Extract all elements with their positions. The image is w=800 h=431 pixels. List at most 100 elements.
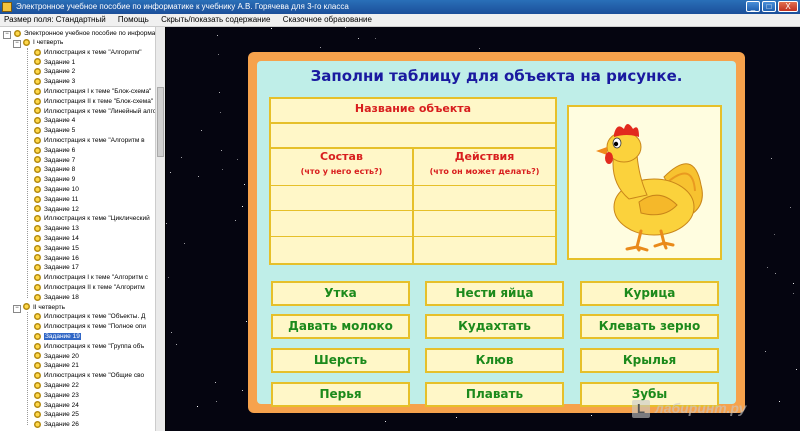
answer-card[interactable]: Утка <box>271 281 410 306</box>
tree-item[interactable]: Задание 14 <box>34 234 79 244</box>
tree-item[interactable]: Задание 20 <box>34 352 79 362</box>
menu-field-size[interactable]: Размер поля: Стандартный <box>4 15 106 24</box>
page-icon <box>34 107 41 115</box>
tree-item[interactable]: Задание 24 <box>34 401 79 411</box>
close-button[interactable]: X <box>778 1 798 12</box>
window-title: Электронное учебное пособие по информати… <box>16 2 349 11</box>
window-titlebar: Электронное учебное пособие по информати… <box>0 0 800 14</box>
page-icon <box>34 411 41 419</box>
tree-item[interactable]: Задание 22 <box>34 381 79 391</box>
tree-item[interactable]: Задание 15 <box>34 244 79 254</box>
page-icon <box>34 97 41 105</box>
answer-card[interactable]: Клевать зерно <box>580 314 719 339</box>
tree-item[interactable]: Задание 17 <box>34 263 79 273</box>
tree-item[interactable]: Иллюстрация к теме "Алгоритм" <box>34 48 142 58</box>
tree-item[interactable]: Задание 1 <box>34 58 75 68</box>
star <box>184 243 185 244</box>
maximize-button[interactable]: □ <box>762 1 776 12</box>
tree-item[interactable]: Иллюстрация II к теме "Алгоритм <box>34 283 145 293</box>
tree-item[interactable]: Задание 26 <box>34 420 79 430</box>
star <box>217 35 218 36</box>
tree-item[interactable]: Задание 21 <box>34 361 79 371</box>
tree-item[interactable]: Иллюстрация к теме "Объекты. Д <box>34 312 145 322</box>
collapse-toggle[interactable]: − <box>13 304 21 313</box>
tree-item[interactable]: Задание 16 <box>34 254 79 264</box>
page-icon <box>34 58 41 66</box>
star <box>219 92 220 93</box>
star <box>168 277 169 278</box>
folder-icon <box>23 303 30 311</box>
tree-item[interactable]: Иллюстрация к теме "Алгоритм в <box>34 136 145 146</box>
tree-item[interactable]: Иллюстрация к теме "Общие сво <box>34 371 144 381</box>
tree-item[interactable]: Задание 18 <box>34 293 79 303</box>
page-icon <box>34 313 41 321</box>
menu-toggle-contents[interactable]: Скрыть/показать содержание <box>161 15 270 24</box>
header-parts: Состав <box>320 150 363 163</box>
answer-card[interactable]: Давать молоко <box>271 314 410 339</box>
tree-item[interactable]: Задание 6 <box>34 146 75 156</box>
tree-item[interactable]: Задание 5 <box>34 126 75 136</box>
tree-item[interactable]: Задание 11 <box>34 195 78 205</box>
tree-item[interactable]: Иллюстрация к теме "Циклический <box>34 214 150 224</box>
star <box>774 234 775 235</box>
answer-card[interactable]: Клюв <box>425 348 564 373</box>
tree-item[interactable]: Задание 2 <box>34 67 75 77</box>
answer-card[interactable]: Курица <box>580 281 719 306</box>
header-actions-sub: (что он может делать?) <box>429 167 540 176</box>
collapse-toggle[interactable]: − <box>13 40 21 48</box>
tree-item[interactable]: Задание 23 <box>34 391 79 401</box>
tree-item[interactable]: Иллюстрация к теме "Группа объ <box>34 342 144 352</box>
star <box>181 157 182 158</box>
page-icon <box>34 264 41 272</box>
tree-item[interactable]: Иллюстрация I к теме "Блок-схема" <box>34 87 151 97</box>
star <box>793 283 794 284</box>
tree-item[interactable]: Задание 25 <box>34 410 79 420</box>
answer-card[interactable]: Перья <box>271 382 410 407</box>
answer-card[interactable]: Крылья <box>580 348 719 373</box>
answer-card[interactable]: Кудахтать <box>425 314 564 339</box>
tree-item[interactable]: Задание 13 <box>34 224 79 234</box>
tree-group[interactable]: I четверть <box>23 38 63 48</box>
page-icon <box>34 195 41 203</box>
tree-item[interactable]: Задание 3 <box>34 77 75 87</box>
tree-group[interactable]: II четверть <box>23 303 65 313</box>
tree-scrollbar[interactable] <box>155 27 165 431</box>
watermark-logo: L <box>632 400 650 418</box>
tree-item[interactable]: Иллюстрация к теме "Линейный алгоритм" <box>34 107 164 117</box>
star <box>215 382 216 383</box>
contents-tree: Электронное учебное пособие по информати… <box>0 27 165 431</box>
page-icon <box>34 87 41 95</box>
scrollbar-thumb[interactable] <box>157 87 164 157</box>
collapse-toggle[interactable]: − <box>3 31 11 39</box>
tree-item[interactable]: Задание 8 <box>34 165 75 175</box>
menu-fairy-education[interactable]: Сказочное образование <box>283 15 372 24</box>
tree-item[interactable]: Задание 12 <box>34 205 79 215</box>
page-icon <box>34 175 41 183</box>
watermark-text: лабиринт.ру <box>655 400 747 416</box>
answer-card[interactable]: Плавать <box>425 382 564 407</box>
menu-help[interactable]: Помощь <box>118 15 149 24</box>
header-parts-sub: (что у него есть?) <box>300 167 383 176</box>
tree-item[interactable]: Задание 9 <box>34 175 75 185</box>
star <box>765 351 766 352</box>
answer-card[interactable]: Шерсть <box>271 348 410 373</box>
tree-item[interactable]: Задание 4 <box>34 116 75 126</box>
tree-item[interactable]: Иллюстрация II к теме "Блок-схема" <box>34 97 153 107</box>
header-object-name: Название объекта <box>354 102 472 115</box>
chicken-illustration <box>567 105 722 260</box>
star <box>171 332 172 333</box>
star <box>358 38 359 39</box>
tree-item[interactable]: Иллюстрация I к теме "Алгоритм с <box>34 273 148 283</box>
tree-guide-line <box>27 47 28 298</box>
answer-card[interactable]: Нести яйца <box>425 281 564 306</box>
tree-item[interactable]: Иллюстрация к теме "Полное опи <box>34 322 146 332</box>
star <box>479 48 480 49</box>
minimize-button[interactable]: _ <box>746 1 760 12</box>
star <box>242 390 243 391</box>
tree-item[interactable]: Задание 10 <box>34 185 79 195</box>
tree-item[interactable]: Задание 19 <box>34 332 81 342</box>
star <box>385 421 386 422</box>
tree-item[interactable]: Задание 7 <box>34 156 75 166</box>
star <box>166 223 167 224</box>
star <box>197 406 198 407</box>
